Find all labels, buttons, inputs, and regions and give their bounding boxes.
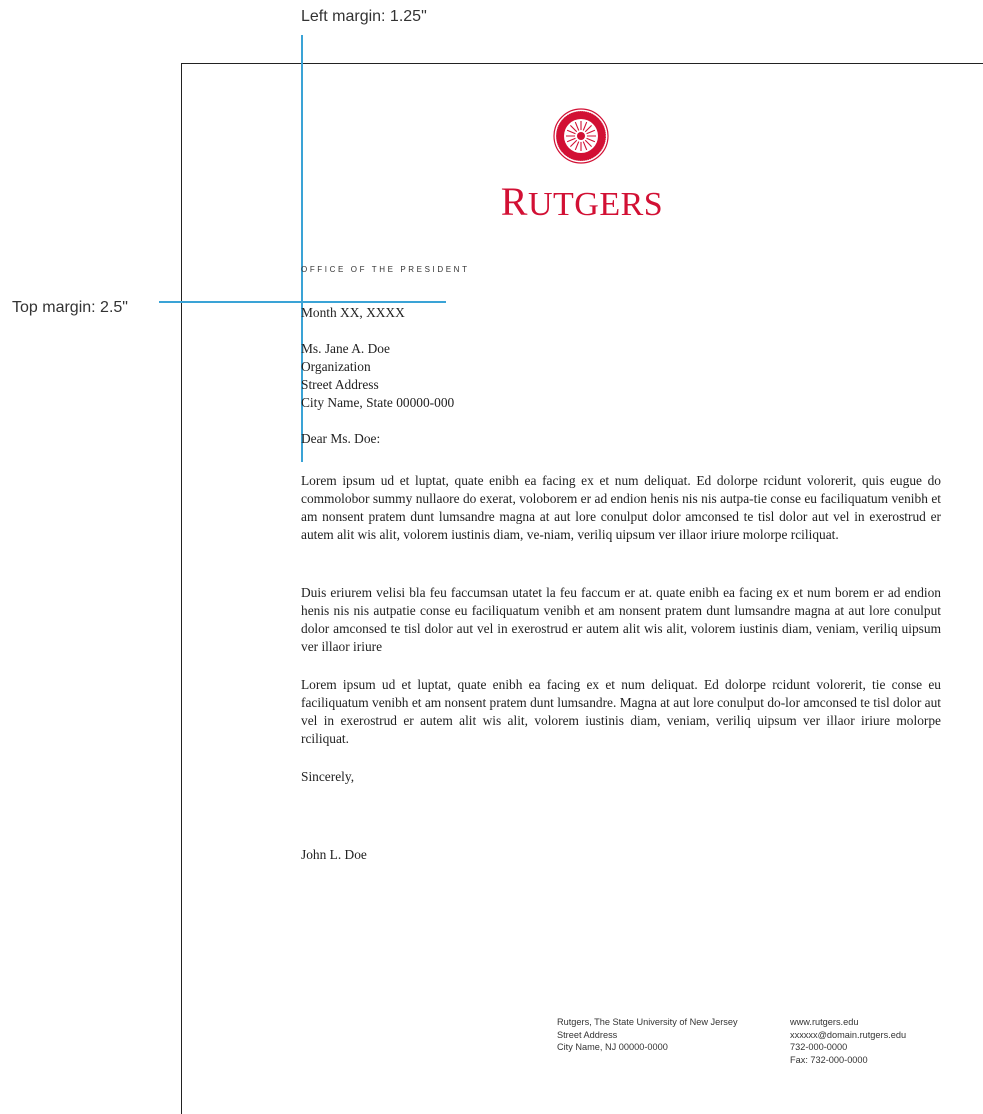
closing: Sincerely, xyxy=(301,769,355,784)
footer-email: xxxxxx@domain.rutgers.edu xyxy=(790,1029,907,1040)
footer-university-name: Rutgers, The State University of New Jer… xyxy=(557,1017,738,1027)
body-paragraph: Lorem ipsum ud et luptat, quate enibh ea… xyxy=(301,677,941,746)
rutgers-wordmark: RUTGERS xyxy=(478,178,686,225)
top-margin-guide-line xyxy=(181,301,446,303)
footer-website: www.rutgers.edu xyxy=(790,1017,859,1027)
page-left-edge xyxy=(181,63,182,1114)
recipient-city: City Name, State 00000-000 xyxy=(301,395,455,410)
rutgers-seal-icon xyxy=(553,108,609,164)
body-paragraph: Lorem ipsum ud et luptat, quate enibh ea… xyxy=(301,473,941,542)
top-margin-annotation: Top margin: 2.5" xyxy=(12,299,128,316)
footer-contact: www.rutgers.edu xxxxxx@domain.rutgers.ed… xyxy=(790,1016,906,1066)
recipient-name: Ms. Jane A. Doe xyxy=(301,341,390,356)
left-margin-annotation: Left margin: 1.25" xyxy=(301,8,427,25)
recipient-street: Street Address xyxy=(301,377,379,392)
wordmark-initial: R xyxy=(500,179,528,224)
footer-city: City Name, NJ 00000-0000 xyxy=(557,1042,668,1052)
salutation: Dear Ms. Doe: xyxy=(301,431,381,446)
footer-phone: 732-000-0000 xyxy=(790,1042,848,1052)
footer-fax: Fax: 732-000-0000 xyxy=(790,1054,868,1065)
footer-address: Rutgers, The State University of New Jer… xyxy=(557,1016,738,1054)
footer-street: Street Address xyxy=(557,1029,618,1040)
body-paragraph: Duis eriurem velisi bla feu faccumsan ut… xyxy=(301,585,941,654)
signer-name: John L. Doe xyxy=(301,847,367,862)
letter-date: Month XX, XXXX xyxy=(301,305,405,320)
recipient-address-block: Ms. Jane A. Doe Organization Street Addr… xyxy=(301,340,454,412)
recipient-organization: Organization xyxy=(301,359,371,374)
wordmark-rest: UTGERS xyxy=(527,186,664,223)
office-of-the-president-label: OFFICE OF THE PRESIDENT xyxy=(301,265,470,274)
